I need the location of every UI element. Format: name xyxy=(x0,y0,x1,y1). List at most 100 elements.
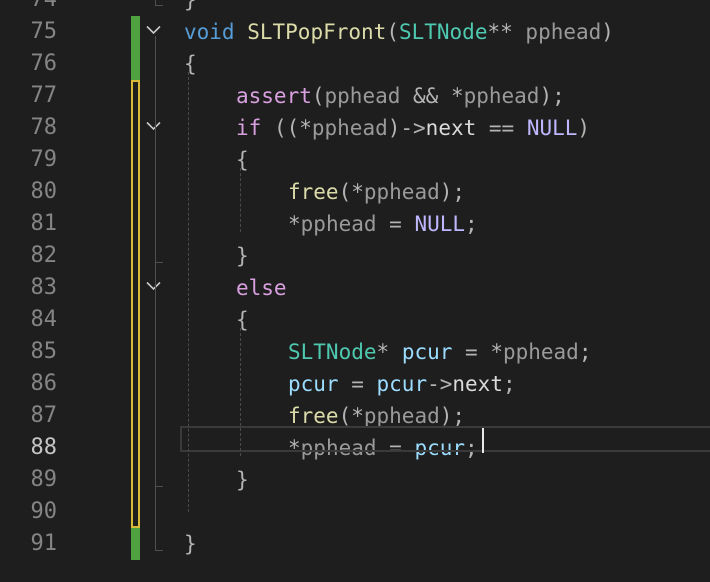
fold-scope-line xyxy=(155,132,156,262)
change-marker-modified xyxy=(131,176,140,208)
code-token: pphead xyxy=(525,20,602,44)
code-token: -> xyxy=(427,372,453,396)
code-token: ); xyxy=(439,404,466,428)
fold-scope-line xyxy=(155,292,156,486)
code-token: pphead xyxy=(463,84,540,108)
fold-chevron-icon[interactable] xyxy=(146,25,161,35)
code-line[interactable]: 91} xyxy=(0,528,710,560)
current-line-highlight xyxy=(180,426,710,452)
code-token: (* xyxy=(338,180,364,204)
code-token: )-> xyxy=(387,116,426,140)
fold-scope-end xyxy=(155,5,163,6)
code-token: } xyxy=(184,532,197,556)
code-text: SLTNode* pcur = *pphead; xyxy=(288,336,591,368)
code-text: else xyxy=(236,272,287,304)
fold-scope-end xyxy=(155,550,163,551)
code-line[interactable]: 89} xyxy=(0,464,710,496)
change-marker-modified xyxy=(131,240,140,272)
code-line[interactable]: 77 assert(pphead && *pphead); xyxy=(0,80,710,112)
line-number: 82 xyxy=(30,243,58,268)
change-marker-modified xyxy=(131,144,140,176)
code-token: ); xyxy=(439,180,466,204)
code-text: { xyxy=(236,144,249,176)
code-token: free xyxy=(288,404,339,428)
change-marker-modified xyxy=(131,368,140,400)
change-marker-modified xyxy=(131,80,140,112)
code-token: pphead xyxy=(311,116,388,140)
change-marker-modified xyxy=(131,272,140,304)
code-token: assert xyxy=(236,84,312,108)
code-text: } xyxy=(236,464,249,496)
code-token: pcur xyxy=(376,372,428,396)
change-marker-added xyxy=(131,528,140,560)
fold-chevron-icon[interactable] xyxy=(146,121,161,131)
text-caret xyxy=(482,428,484,453)
code-text: pcur = pcur->next; xyxy=(288,368,516,400)
fold-scope-end xyxy=(155,262,163,263)
code-line[interactable]: 84 { xyxy=(0,304,710,336)
change-marker-modified xyxy=(131,304,140,336)
code-editor[interactable]: 74}75void SLTPopFront(SLTNode** pphead)7… xyxy=(0,0,710,582)
line-number: 85 xyxy=(30,339,58,364)
code-line[interactable]: 74} xyxy=(0,0,710,16)
line-number: 77 xyxy=(30,83,58,108)
change-marker-modified xyxy=(131,336,140,368)
code-token: * xyxy=(376,340,402,364)
fold-scope-line xyxy=(155,0,156,5)
line-number: 87 xyxy=(30,403,58,428)
code-token: * xyxy=(288,212,301,236)
code-token: SLTNode xyxy=(288,340,377,364)
line-number: 90 xyxy=(30,499,58,524)
code-line[interactable]: 76 { xyxy=(0,48,710,80)
line-number: 80 xyxy=(30,179,58,204)
change-marker-modified xyxy=(131,496,140,528)
change-marker-added xyxy=(131,16,140,48)
code-token: ; xyxy=(502,372,516,396)
indent-guide xyxy=(240,328,241,456)
code-token: NULL xyxy=(414,212,466,236)
code-token: void xyxy=(184,20,235,44)
code-token: { xyxy=(236,148,249,172)
code-token: ) xyxy=(577,116,591,140)
code-token: next xyxy=(452,372,503,396)
code-token: pphead xyxy=(324,84,401,108)
code-token: } xyxy=(236,468,249,492)
code-token: pphead xyxy=(363,404,440,428)
fold-scope-end xyxy=(155,486,163,487)
code-token: SLTPopFront xyxy=(247,20,387,44)
line-number: 79 xyxy=(30,147,58,172)
code-text: { xyxy=(184,48,197,80)
code-line[interactable]: 80 free(*pphead); xyxy=(0,176,710,208)
code-text: *pphead = NULL; xyxy=(288,208,478,240)
code-token: free xyxy=(288,180,339,204)
code-token: (* xyxy=(338,404,364,428)
code-token: pphead xyxy=(502,340,579,364)
line-number: 75 xyxy=(30,19,58,44)
code-line[interactable]: 85 SLTNode* pcur = *pphead; xyxy=(0,336,710,368)
code-token: NULL xyxy=(526,116,578,140)
code-line[interactable]: 79 { xyxy=(0,144,710,176)
code-line[interactable]: 81 *pphead = NULL; xyxy=(0,208,710,240)
code-token: == xyxy=(476,116,527,140)
code-line[interactable]: 78 if ((*pphead)->next == NULL) xyxy=(0,112,710,144)
code-text: void SLTPopFront(SLTNode** pphead) xyxy=(184,16,614,48)
code-token: pcur xyxy=(288,372,339,396)
code-token: pcur xyxy=(401,340,453,364)
change-marker-modified xyxy=(131,400,140,432)
code-text: } xyxy=(184,528,197,560)
code-line[interactable]: 90 xyxy=(0,496,710,528)
code-token: pphead xyxy=(363,180,440,204)
code-token: ( xyxy=(386,20,399,44)
code-token: ); xyxy=(539,84,565,108)
code-line[interactable]: 86 pcur = pcur->next; xyxy=(0,368,710,400)
code-token: ; xyxy=(465,212,478,236)
code-token: } xyxy=(236,244,249,268)
change-marker-modified xyxy=(131,208,140,240)
code-line[interactable]: 75 void SLTPopFront(SLTNode** pphead) xyxy=(0,16,710,48)
fold-chevron-icon[interactable] xyxy=(146,281,161,291)
code-token: pphead xyxy=(300,212,377,236)
code-line[interactable]: 82} xyxy=(0,240,710,272)
code-line[interactable]: 83 else xyxy=(0,272,710,304)
indent-guide xyxy=(240,168,241,232)
